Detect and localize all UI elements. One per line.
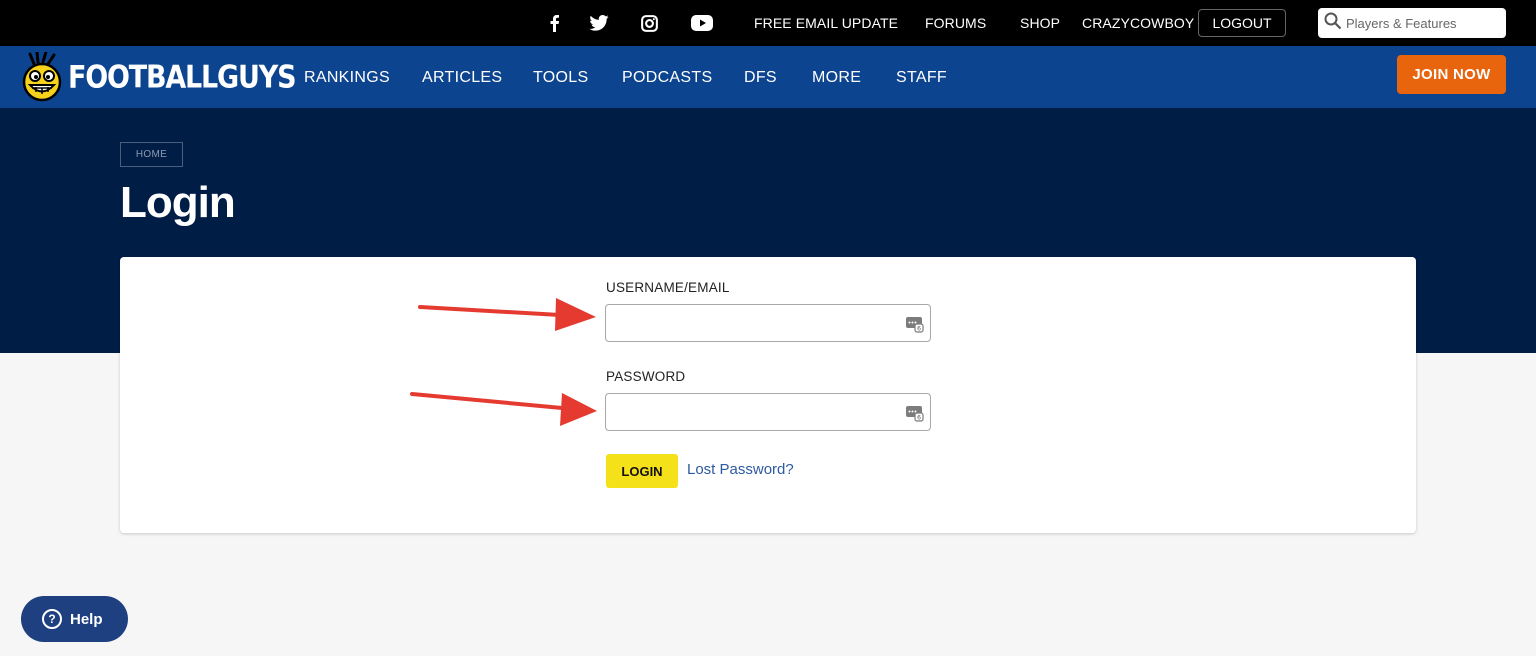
- search-input[interactable]: [1346, 15, 1496, 31]
- help-label: Help: [70, 610, 103, 628]
- brand-name: FOOTBALLGUYS: [68, 59, 297, 95]
- password-input[interactable]: [606, 394, 896, 430]
- breadcrumb-home[interactable]: HOME: [120, 142, 183, 167]
- password-manager-icon[interactable]: 6: [906, 315, 924, 333]
- shop-link[interactable]: SHOP: [1020, 15, 1060, 31]
- search-box: [1318, 8, 1506, 38]
- password-field: 6: [605, 393, 931, 431]
- smiley-logo-icon: [22, 52, 62, 102]
- page-title: Login: [120, 178, 236, 227]
- lost-password-link[interactable]: Lost Password?: [687, 461, 794, 478]
- help-button[interactable]: ? Help: [21, 596, 128, 642]
- nav-rankings[interactable]: RANKINGS: [304, 69, 390, 87]
- logout-button[interactable]: LOGOUT: [1198, 9, 1286, 37]
- svg-text:6: 6: [917, 415, 921, 422]
- question-icon: ?: [42, 609, 62, 629]
- password-label: PASSWORD: [606, 369, 686, 384]
- username-input[interactable]: [606, 305, 896, 341]
- nav-articles[interactable]: ARTICLES: [422, 69, 502, 87]
- site-logo[interactable]: FOOTBALLGUYS: [20, 52, 297, 102]
- nav-tools[interactable]: TOOLS: [533, 69, 588, 87]
- nav-more[interactable]: MORE: [812, 69, 861, 87]
- join-now-button[interactable]: JOIN NOW: [1397, 55, 1506, 94]
- nav-podcasts[interactable]: PODCASTS: [622, 69, 712, 87]
- facebook-icon[interactable]: [543, 12, 565, 34]
- password-manager-icon[interactable]: 6: [906, 404, 924, 422]
- free-email-update-link[interactable]: FREE EMAIL UPDATE: [754, 15, 898, 31]
- username-field: 6: [605, 304, 931, 342]
- svg-text:6: 6: [917, 326, 921, 333]
- username-link[interactable]: CRAZYCOWBOY: [1082, 15, 1194, 31]
- username-label: USERNAME/EMAIL: [606, 280, 730, 295]
- youtube-icon[interactable]: [690, 12, 714, 34]
- forums-link[interactable]: FORUMS: [925, 15, 986, 31]
- nav-dfs[interactable]: DFS: [744, 69, 777, 87]
- twitter-icon[interactable]: [588, 12, 610, 34]
- nav-staff[interactable]: STAFF: [896, 69, 947, 87]
- instagram-icon[interactable]: [638, 12, 660, 34]
- search-icon[interactable]: [1324, 12, 1342, 35]
- login-button[interactable]: LOGIN: [606, 454, 678, 488]
